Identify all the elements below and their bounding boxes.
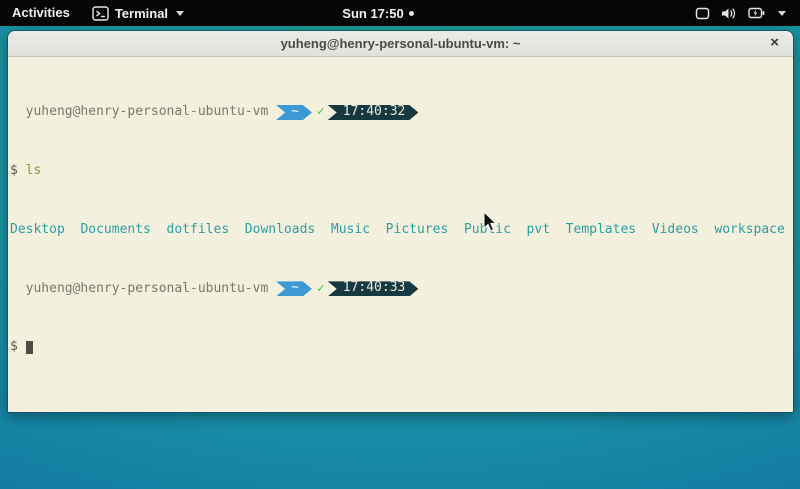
directory-name: dotfiles [167, 222, 230, 237]
prompt-cwd-segment: ~ [276, 105, 312, 120]
prompt-user-host: yuheng@henry-personal-ubuntu-vm [10, 282, 268, 297]
directory-name: workspace [714, 222, 784, 237]
clock-label: Sun 17:50 [342, 6, 403, 21]
battery-charging-icon [748, 7, 765, 19]
terminal-window: yuheng@henry-personal-ubuntu-vm: ~ × yuh… [7, 30, 794, 413]
volume-icon [721, 7, 737, 20]
title-bar[interactable]: yuheng@henry-personal-ubuntu-vm: ~ × [8, 31, 793, 57]
terminal-app-icon [92, 6, 109, 21]
top-bar: Activities Terminal Sun 17:50 [0, 0, 800, 26]
chevron-down-icon [778, 11, 786, 16]
notification-dot [409, 11, 414, 16]
app-menu-label: Terminal [115, 6, 168, 21]
system-status-area[interactable] [681, 0, 800, 26]
check-icon: ✓ [317, 282, 325, 297]
command-line: $ ls [10, 164, 793, 179]
directory-name: Videos [652, 222, 699, 237]
clock-button[interactable]: Sun 17:50 [342, 6, 413, 21]
prompt-symbol: $ [10, 339, 18, 354]
prompt-user-host: yuheng@henry-personal-ubuntu-vm [10, 105, 268, 120]
chevron-down-icon [176, 11, 184, 16]
ls-output-line: Desktop Documents dotfiles Downloads Music Pi… [10, 223, 793, 238]
activities-button[interactable]: Activities [0, 0, 82, 26]
terminal-content[interactable]: yuheng@henry-personal-ubuntu-vm ~ ✓ 17:4… [8, 57, 793, 412]
desktop-background: Activities Terminal Sun 17:50 [0, 0, 800, 489]
prompt-time-segment: 17:40:32 [328, 105, 419, 120]
directory-name: Documents [80, 222, 150, 237]
directory-name: Desktop [10, 222, 65, 237]
check-icon: ✓ [317, 105, 325, 120]
directory-name: Downloads [245, 222, 315, 237]
directory-name: pvt [527, 222, 550, 237]
directory-name: Music [331, 222, 370, 237]
prompt-time-segment: 17:40:33 [328, 281, 419, 296]
command-text: ls [26, 163, 42, 178]
prompt-symbol: $ [10, 163, 18, 178]
directory-name: Pictures [386, 222, 449, 237]
prompt-line-1: yuheng@henry-personal-ubuntu-vm ~ ✓ 17:4… [10, 105, 793, 120]
app-menu-terminal[interactable]: Terminal [82, 0, 194, 26]
close-button[interactable]: × [770, 31, 779, 56]
directory-name: Templates [566, 222, 636, 237]
prompt-line-2: yuheng@henry-personal-ubuntu-vm ~ ✓ 17:4… [10, 282, 793, 297]
input-line[interactable]: $ [10, 340, 793, 355]
terminal-cursor [26, 341, 34, 354]
window-title: yuheng@henry-personal-ubuntu-vm: ~ [281, 36, 521, 51]
mouse-cursor [483, 211, 497, 233]
prompt-cwd-segment: ~ [276, 281, 312, 296]
display-icon [695, 7, 710, 20]
